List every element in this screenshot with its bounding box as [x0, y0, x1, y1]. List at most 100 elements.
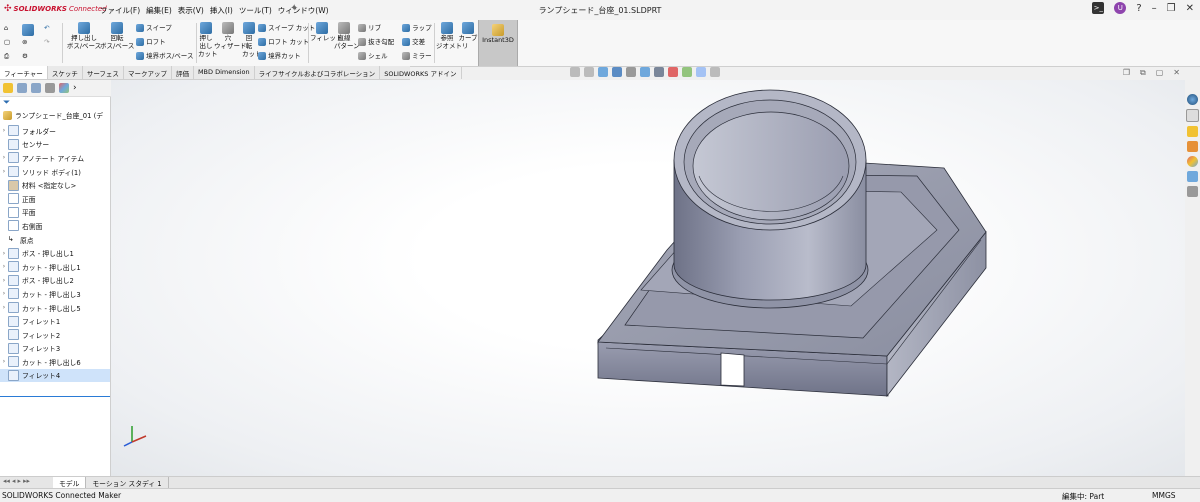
reference-geometry-button[interactable]: 参照 ジオメトリ: [436, 22, 469, 50]
zoom-to-area-icon[interactable]: [584, 67, 594, 77]
previous-view-icon[interactable]: [598, 67, 608, 77]
tree-item[interactable]: › カット - 押し出し3: [0, 287, 110, 301]
tab-mbd-dimension[interactable]: MBD Dimension: [194, 66, 255, 79]
tab-markup[interactable]: マークアップ: [124, 66, 172, 79]
zoom-to-fit-icon[interactable]: [570, 67, 580, 77]
hide-show-items-icon[interactable]: [668, 67, 678, 77]
tree-item[interactable]: センサー: [0, 138, 110, 152]
home-icon[interactable]: ⌂: [4, 24, 8, 32]
expand-arrow-icon[interactable]: ›: [0, 290, 8, 297]
tab-surfaces[interactable]: サーフェス: [83, 66, 124, 79]
intersect-button[interactable]: 交差: [402, 38, 425, 46]
tree-item-selected[interactable]: フィレット4: [0, 368, 110, 383]
sweep-button[interactable]: スイープ: [136, 24, 172, 32]
design-library-icon[interactable]: [1186, 109, 1199, 122]
expand-arrow-icon[interactable]: ›: [0, 304, 8, 311]
terminal-icon[interactable]: >_: [1092, 2, 1105, 14]
section-view-icon[interactable]: [612, 67, 622, 77]
expand-arrow-icon[interactable]: ›: [0, 358, 8, 365]
tab-evaluate[interactable]: 評価: [172, 66, 194, 79]
expand-arrow-icon[interactable]: ›: [0, 168, 8, 175]
display-style-icon[interactable]: [654, 67, 664, 77]
appearances-icon[interactable]: [1187, 156, 1198, 167]
rib-button[interactable]: リブ: [358, 24, 381, 32]
tree-item[interactable]: 平面: [0, 206, 110, 220]
curves-button[interactable]: カーブ: [458, 22, 478, 42]
model-render[interactable]: [111, 80, 1185, 476]
wrap-button[interactable]: ラップ: [402, 24, 432, 32]
tree-item[interactable]: › ボス - 押し出し2: [0, 274, 110, 288]
revolve-boss-button[interactable]: 回転 ボス/ベース: [100, 22, 134, 50]
graphics-viewport[interactable]: [111, 80, 1185, 476]
doc-close-icon[interactable]: ✕: [1173, 68, 1180, 78]
tree-item[interactable]: フィレット2: [0, 328, 110, 342]
boundary-cut-button[interactable]: 境界カット: [258, 52, 301, 60]
expand-arrow-icon[interactable]: ›: [0, 277, 8, 284]
doc-maximize-icon[interactable]: ▢: [1156, 68, 1164, 78]
view-palette-icon[interactable]: [1187, 141, 1198, 152]
property-manager-tab-icon[interactable]: [17, 83, 27, 93]
rollback-bar[interactable]: [0, 396, 110, 397]
lofted-cut-button[interactable]: ロフト カット: [258, 38, 309, 46]
undo-icon[interactable]: ↶: [44, 24, 49, 32]
help-icon[interactable]: ?: [1136, 3, 1141, 14]
loft-button[interactable]: ロフト: [136, 38, 166, 46]
expand-arrow-icon[interactable]: ›: [0, 154, 8, 161]
restore-icon[interactable]: ❐: [1167, 3, 1176, 14]
doc-tile-icon[interactable]: ⧉: [1140, 68, 1146, 78]
tree-item[interactable]: フィレット1: [0, 314, 110, 328]
tab-sketch[interactable]: スケッチ: [48, 66, 83, 79]
filter-icon[interactable]: ⏷: [3, 98, 10, 108]
file-explorer-icon[interactable]: [1187, 126, 1198, 137]
dynamic-annotation-icon[interactable]: [626, 67, 636, 77]
redo-icon[interactable]: ↷: [44, 38, 49, 46]
tree-item[interactable]: フィレット3: [0, 342, 110, 356]
save-icon[interactable]: [22, 24, 34, 36]
feature-tree-tab-icon[interactable]: [3, 83, 13, 93]
draft-button[interactable]: 抜き勾配: [358, 38, 394, 46]
dimxpert-tab-icon[interactable]: [45, 83, 55, 93]
instant3d-button[interactable]: Instant3D: [478, 20, 518, 66]
view-settings-icon[interactable]: [710, 67, 720, 77]
expand-arrow-icon[interactable]: ›: [0, 250, 8, 257]
apply-scene-icon[interactable]: [696, 67, 706, 77]
solidworks-forum-icon[interactable]: [1187, 186, 1198, 197]
tree-item[interactable]: › カット - 押し出し5: [0, 301, 110, 315]
tree-item[interactable]: › アノテート アイテム: [0, 151, 110, 165]
mirror-button[interactable]: ミラー: [402, 52, 432, 60]
solidworks-resources-icon[interactable]: [1187, 94, 1198, 105]
traffic-light-icon[interactable]: ⊚: [22, 38, 27, 46]
tree-item[interactable]: › フォルダー: [0, 124, 110, 138]
close-icon[interactable]: ✕: [1186, 3, 1194, 14]
doc-restore-icon[interactable]: ❐: [1123, 68, 1130, 78]
expand-arrow-icon[interactable]: ›: [0, 263, 8, 270]
new-document-icon[interactable]: ▢: [4, 38, 10, 46]
tab-model[interactable]: モデル: [53, 477, 87, 488]
chevron-right-icon[interactable]: ›: [73, 83, 83, 93]
tree-item[interactable]: ↳ 原点: [0, 233, 110, 247]
extrude-boss-button[interactable]: 押し出し ボス/ベース: [66, 22, 102, 50]
tree-item[interactable]: › ボス - 押し出し1: [0, 246, 110, 260]
linear-pattern-button[interactable]: 直線 パターン: [334, 22, 360, 50]
options-gear-icon[interactable]: ⚙: [22, 52, 28, 60]
status-units[interactable]: MMGS: [1152, 491, 1176, 500]
edit-appearance-icon[interactable]: [682, 67, 692, 77]
minimize-icon[interactable]: –: [1152, 3, 1157, 14]
boundary-boss-button[interactable]: 境界ボス/ベース: [136, 52, 193, 60]
swept-cut-button[interactable]: スイープ カット: [258, 24, 315, 32]
display-manager-tab-icon[interactable]: [59, 83, 69, 93]
tree-item[interactable]: 正面: [0, 192, 110, 206]
tree-root[interactable]: ランプシェード_台座_01 (デ: [3, 110, 103, 120]
tree-item[interactable]: 材料 <指定なし>: [0, 178, 110, 192]
custom-properties-icon[interactable]: [1187, 171, 1198, 182]
view-orientation-icon[interactable]: [640, 67, 650, 77]
hole-wizard-button[interactable]: 穴 ウィザード: [214, 22, 247, 50]
tree-item[interactable]: › カット - 押し出し6: [0, 355, 110, 369]
configuration-manager-tab-icon[interactable]: [31, 83, 41, 93]
revolve-cut-button[interactable]: 回 転 カット: [242, 22, 262, 58]
tab-solidworks-addins[interactable]: SOLIDWORKS アドイン: [380, 66, 462, 79]
tab-features[interactable]: フィーチャー: [0, 66, 48, 79]
avatar[interactable]: U: [1114, 2, 1127, 14]
print-icon[interactable]: ⎙: [4, 52, 9, 60]
extrude-cut-button[interactable]: 押し 出し カット: [198, 22, 218, 58]
